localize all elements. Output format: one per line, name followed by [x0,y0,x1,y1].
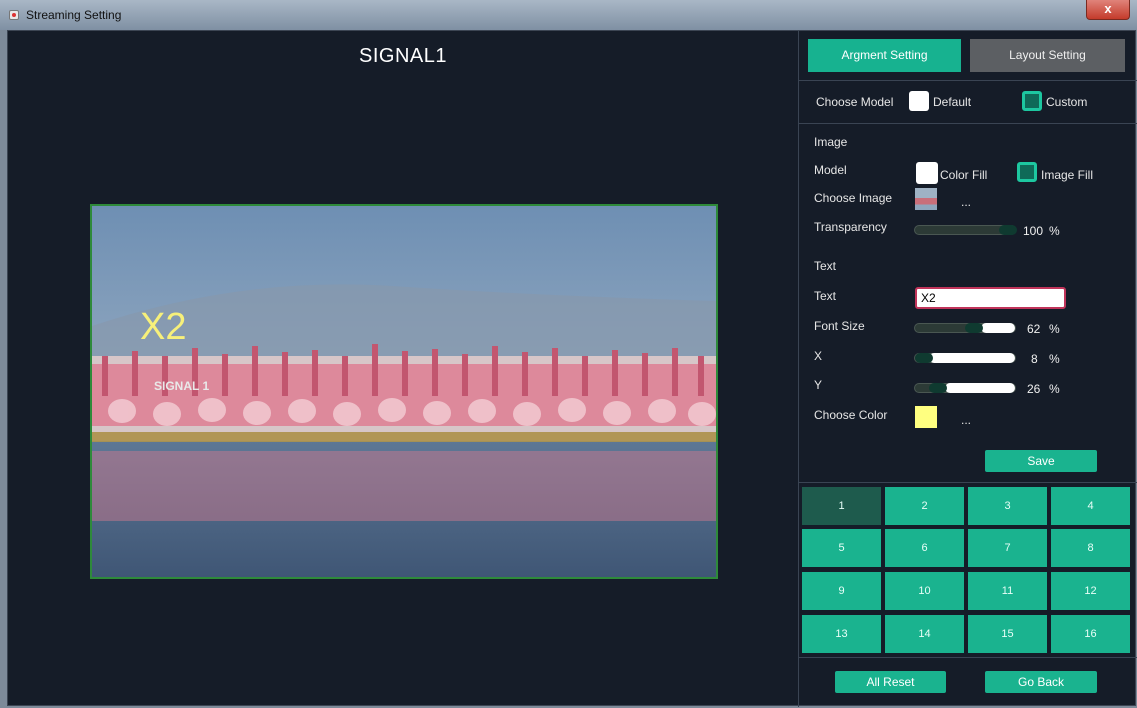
transparency-slider[interactable] [914,225,1017,235]
x-label: X [814,349,823,363]
grid-cell-16[interactable]: 16 [1051,615,1130,653]
settings-panel: Argment Setting Layout Setting Choose Mo… [798,31,1137,707]
title-bar: Streaming Setting x [0,0,1137,30]
image-fill-label: Image Fill [1041,168,1094,182]
custom-label: Custom [1046,95,1088,109]
divider [799,482,1137,483]
grid-cell-14[interactable]: 14 [885,615,964,653]
grid-cell-2[interactable]: 2 [885,487,964,525]
divider [799,80,1137,81]
color-swatch[interactable] [915,406,937,428]
app-icon [9,10,19,20]
all-reset-button[interactable]: All Reset [835,671,946,693]
font-size-unit: % [1049,322,1060,336]
go-back-button[interactable]: Go Back [985,671,1097,693]
y-slider[interactable] [914,383,1016,393]
default-checkbox[interactable] [909,91,929,111]
font-size-label: Font Size [814,319,865,333]
grid-cell-9[interactable]: 9 [802,572,881,610]
y-label: Y [814,378,823,392]
font-size-slider[interactable] [914,323,1016,333]
x-value: 8 [1031,352,1038,366]
signal-title: SIGNAL1 [359,45,447,67]
transparency-value: 100 [1023,224,1044,238]
default-label: Default [933,95,972,109]
text-label: Text [814,289,837,303]
choose-image-label: Choose Image [814,191,893,205]
transparency-label: Transparency [814,220,887,234]
grid-cell-8[interactable]: 8 [1051,529,1130,567]
font-size-value: 62 [1027,322,1041,336]
y-value: 26 [1027,382,1041,396]
grid-cell-15[interactable]: 15 [968,615,1047,653]
save-button[interactable]: Save [985,450,1097,472]
window-content: SIGNAL1 X2 SIGNAL 1 Argment Setting Layo… [7,30,1137,707]
grid-cell-1[interactable]: 1 [802,487,881,525]
tab-argment-setting[interactable]: Argment Setting [808,39,961,72]
overlay-text: X2 [140,306,187,348]
custom-checkbox[interactable] [1022,91,1042,111]
signal-label: SIGNAL 1 [154,379,210,393]
choose-image-browse[interactable]: ... [961,195,971,209]
choose-color-label: Choose Color [814,408,888,422]
color-fill-checkbox[interactable] [916,162,938,184]
grid-cell-4[interactable]: 4 [1051,487,1130,525]
text-input[interactable]: X2 [915,287,1066,309]
divider [799,657,1137,658]
grid-cell-3[interactable]: 3 [968,487,1047,525]
grid-cell-10[interactable]: 10 [885,572,964,610]
grid-cell-11[interactable]: 11 [968,572,1047,610]
image-section-label: Image [814,135,848,149]
text-section-label: Text [814,259,837,273]
divider [799,123,1137,124]
choose-color-browse[interactable]: ... [961,413,971,427]
y-unit: % [1049,382,1060,396]
grid-cell-13[interactable]: 13 [802,615,881,653]
model-label: Model [814,163,847,177]
grid-cell-12[interactable]: 12 [1051,572,1130,610]
preview-image: X2 SIGNAL 1 [90,204,718,579]
image-fill-checkbox[interactable] [1017,162,1037,182]
choose-model-label: Choose Model [816,95,894,109]
grid-cell-6[interactable]: 6 [885,529,964,567]
window-title: Streaming Setting [26,8,122,22]
transparency-unit: % [1049,224,1060,238]
close-button[interactable]: x [1086,0,1130,20]
grid-cell-7[interactable]: 7 [968,529,1047,567]
x-slider[interactable] [914,353,1016,363]
color-fill-label: Color Fill [940,168,988,182]
tab-layout-setting[interactable]: Layout Setting [970,39,1125,72]
image-thumbnail[interactable] [915,188,937,210]
grid-cell-5[interactable]: 5 [802,529,881,567]
x-unit: % [1049,352,1060,366]
